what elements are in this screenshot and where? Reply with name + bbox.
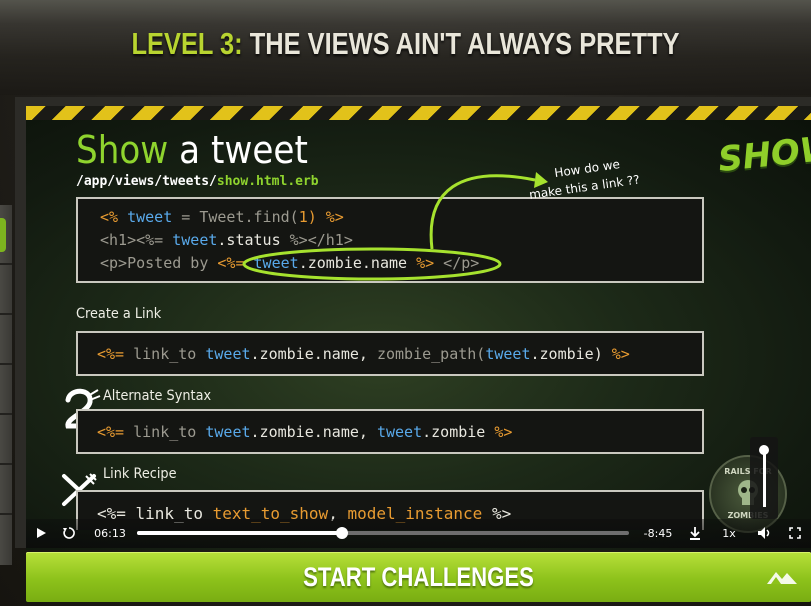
code-block-alternate-syntax: <%= link_to tweet.zombie.name, tweet.zom… bbox=[76, 409, 704, 454]
play-icon bbox=[37, 528, 46, 538]
annotation-arrow bbox=[429, 174, 536, 250]
current-time: 06:13 bbox=[94, 527, 126, 540]
play-button[interactable] bbox=[30, 519, 52, 548]
annotation-arrowhead bbox=[534, 172, 548, 188]
section-label-create-link: Create a Link bbox=[76, 306, 162, 322]
fullscreen-button[interactable] bbox=[784, 519, 806, 548]
mountain-icon bbox=[767, 572, 797, 584]
start-challenges-button[interactable]: START CHALLENGES bbox=[26, 552, 811, 602]
progress-fill bbox=[137, 531, 342, 535]
code-line: <%= link_to tweet.zombie.name, zombie_pa… bbox=[97, 345, 630, 363]
volume-icon bbox=[758, 527, 770, 539]
section-label-recipe: Link Recipe bbox=[103, 466, 177, 482]
replay-button[interactable] bbox=[58, 519, 80, 548]
code-line: <%= link_to tweet.zombie.name, tweet.zom… bbox=[97, 423, 513, 441]
fullscreen-icon bbox=[789, 527, 801, 539]
volume-knob[interactable] bbox=[759, 445, 769, 455]
code-block-create-link: <%= link_to tweet.zombie.name, zombie_pa… bbox=[76, 331, 704, 376]
volume-slider-popup[interactable] bbox=[750, 437, 778, 519]
progress-scrubber[interactable] bbox=[335, 527, 348, 539]
highlight-ellipse bbox=[242, 247, 502, 281]
download-icon bbox=[690, 527, 700, 540]
speed-button[interactable]: 1x bbox=[718, 519, 740, 548]
download-button[interactable] bbox=[684, 519, 706, 548]
progress-bar[interactable] bbox=[137, 527, 629, 539]
start-challenges-label: START CHALLENGES bbox=[303, 562, 534, 592]
volume-button[interactable] bbox=[754, 519, 776, 548]
remaining-time: -8:45 bbox=[643, 527, 673, 540]
section-label-alternate: Alternate Syntax bbox=[103, 388, 212, 404]
replay-icon bbox=[63, 527, 75, 539]
volume-track[interactable] bbox=[763, 449, 766, 507]
player-controls: 06:13 -8:45 1x bbox=[26, 519, 811, 548]
